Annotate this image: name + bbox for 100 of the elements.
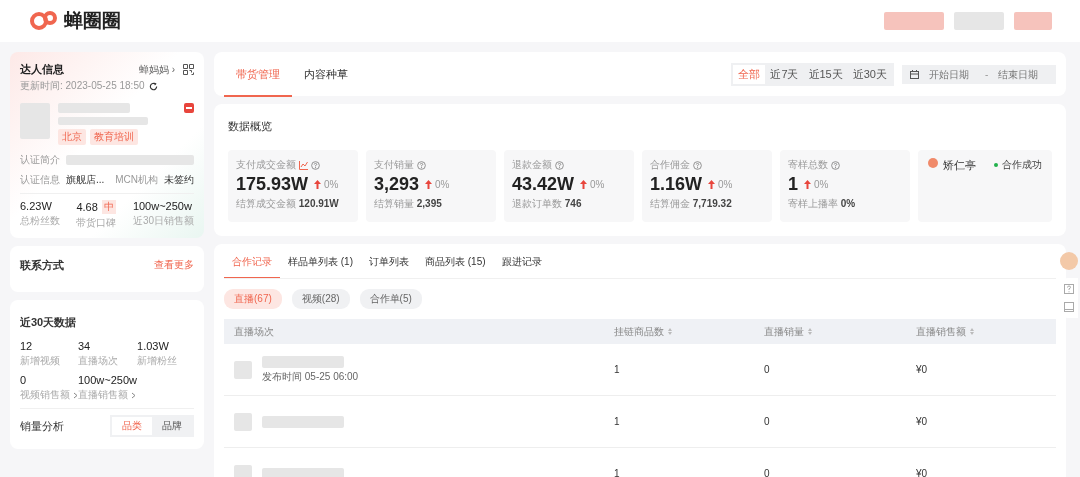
- field-label: 认证简介: [20, 153, 60, 167]
- field-label: 认证信息: [20, 173, 60, 187]
- blurred-block: [1014, 12, 1052, 30]
- stat-label: 直播场次: [78, 354, 118, 368]
- help-icon[interactable]: [693, 160, 702, 170]
- blurred-thumbnail: [234, 464, 252, 477]
- tag: 北京: [58, 129, 86, 145]
- card-title: 近30天数据: [20, 316, 77, 328]
- logo-text: 蝉圈圈: [64, 9, 121, 33]
- chevron-right-icon[interactable]: [73, 391, 78, 399]
- range-option[interactable]: 全部: [733, 64, 766, 84]
- section-title: 销量分析: [20, 418, 64, 434]
- help-icon[interactable]: [311, 160, 320, 170]
- metric-subtext: 结算成交金额 120.91W: [236, 197, 340, 211]
- stat-label: 新增视频: [20, 354, 60, 368]
- metric-value: 1: [788, 174, 798, 195]
- metric-label: 合作佣金: [650, 158, 690, 172]
- table-cell-text: ¥0: [916, 416, 929, 427]
- source-link[interactable]: 蝉妈妈 ›: [138, 62, 175, 77]
- metric-label: 支付销量: [374, 158, 414, 172]
- refresh-icon[interactable]: [148, 81, 158, 91]
- records-tab[interactable]: 跟进记录: [493, 255, 550, 278]
- metric-subtext: 结算销量 2,395: [374, 197, 443, 211]
- stat-value: 0: [20, 374, 28, 386]
- column-header: 直播销量: [764, 324, 804, 339]
- blurred-thumbnail: [234, 412, 252, 431]
- metric-value: 175.93W: [236, 174, 309, 195]
- column-header: 挂链商品数: [614, 324, 664, 339]
- metric-subtext: 寄样上播率 0%: [788, 197, 857, 211]
- table-cell-text: 1: [614, 416, 621, 427]
- range-option[interactable]: 近30天: [847, 64, 892, 84]
- help-icon[interactable]: [555, 160, 564, 170]
- up-arrow-icon: [708, 180, 716, 189]
- up-arrow-icon: [804, 180, 811, 189]
- qr-code-icon[interactable]: [183, 64, 194, 75]
- chevron-right-icon[interactable]: [131, 391, 136, 399]
- range-option[interactable]: 近7天: [765, 64, 804, 84]
- records-tab[interactable]: 样品单列表 (1): [280, 255, 361, 278]
- partner-name: 矫仁亭: [943, 158, 976, 173]
- help-icon[interactable]: [417, 160, 426, 170]
- metric-value: 1.16W: [650, 174, 703, 195]
- sort-icon[interactable]: [668, 328, 672, 335]
- metric-label: 支付成交金额: [236, 158, 296, 172]
- logo-icon: [30, 10, 58, 32]
- table-cell-text: 0: [764, 416, 771, 427]
- stat-value: 1.03W: [137, 340, 170, 352]
- records-tab[interactable]: 合作记录: [224, 255, 280, 278]
- end-date-input[interactable]: 结束日期: [998, 68, 1045, 80]
- metric-subtext: 结算佣金 7,719.32: [650, 197, 733, 211]
- field-value: 旗舰店...: [66, 173, 105, 187]
- stat-value: 6.23W: [20, 200, 52, 212]
- filter-chip[interactable]: 视频(28): [291, 289, 350, 309]
- table-cell-text: 1: [614, 468, 621, 477]
- stat-label: 近30日销售额: [132, 214, 194, 228]
- avatar-icon[interactable]: [1060, 252, 1078, 270]
- blurred-block: [954, 12, 1004, 30]
- up-arrow-icon: [314, 180, 322, 189]
- range-option[interactable]: 近15天: [803, 64, 848, 84]
- records-tab[interactable]: 订单列表: [361, 255, 417, 278]
- stat-label: 新增粉丝: [137, 354, 178, 368]
- table-cell-text: ¥0: [916, 364, 929, 375]
- help-icon[interactable]: [1064, 284, 1074, 294]
- table-cell-text: 0: [764, 364, 771, 375]
- rating-badge: 中: [101, 200, 116, 214]
- metric-subtext: 退款订单数 746: [512, 197, 583, 211]
- stat-label: 视频销售额: [20, 388, 70, 402]
- stat-value: 4.68: [76, 201, 98, 213]
- stat-value: 100w~250w: [78, 374, 138, 386]
- document-icon[interactable]: [1064, 302, 1074, 312]
- blurred-text: [58, 103, 130, 113]
- table-cell-text: 1: [614, 364, 621, 375]
- up-arrow-icon: [425, 180, 433, 189]
- card-title: 数据概览: [228, 120, 272, 132]
- stat-label: 带货口碑: [76, 216, 118, 230]
- start-date-input[interactable]: 开始日期: [929, 68, 975, 80]
- records-tab[interactable]: 商品列表 (15): [417, 255, 494, 278]
- sort-icon[interactable]: [970, 328, 974, 335]
- stat-value: 34: [78, 340, 92, 352]
- calendar-icon: [910, 69, 919, 79]
- metric-label: 寄样总数: [788, 158, 828, 172]
- toggle-option[interactable]: 品牌: [152, 417, 192, 435]
- sort-icon[interactable]: [808, 328, 812, 335]
- field-value: 未签约: [164, 173, 194, 187]
- table-cell-text: ¥0: [916, 468, 929, 477]
- toggle-option[interactable]: 品类: [112, 417, 152, 435]
- stat-label: 总粉丝数: [20, 214, 61, 228]
- blurred-thumbnail: [234, 360, 252, 379]
- table-cell-text: 0: [764, 468, 771, 477]
- main-tab[interactable]: 内容种草: [292, 51, 360, 97]
- metric-value: 3,293: [374, 174, 420, 195]
- filter-chip[interactable]: 合作单(5): [359, 289, 422, 309]
- blurred-block: [884, 12, 944, 30]
- main-tab[interactable]: 带货管理: [224, 51, 292, 97]
- update-time: 更新时间: 2023-05-25 18:50: [20, 79, 145, 93]
- chart-icon[interactable]: [299, 160, 308, 170]
- card-title: 达人信息: [20, 62, 64, 77]
- status-text: 合作成功: [1002, 158, 1042, 172]
- view-more-link[interactable]: 查看更多: [154, 258, 194, 272]
- help-icon[interactable]: [831, 160, 840, 170]
- field-label: MCN机构: [115, 173, 158, 187]
